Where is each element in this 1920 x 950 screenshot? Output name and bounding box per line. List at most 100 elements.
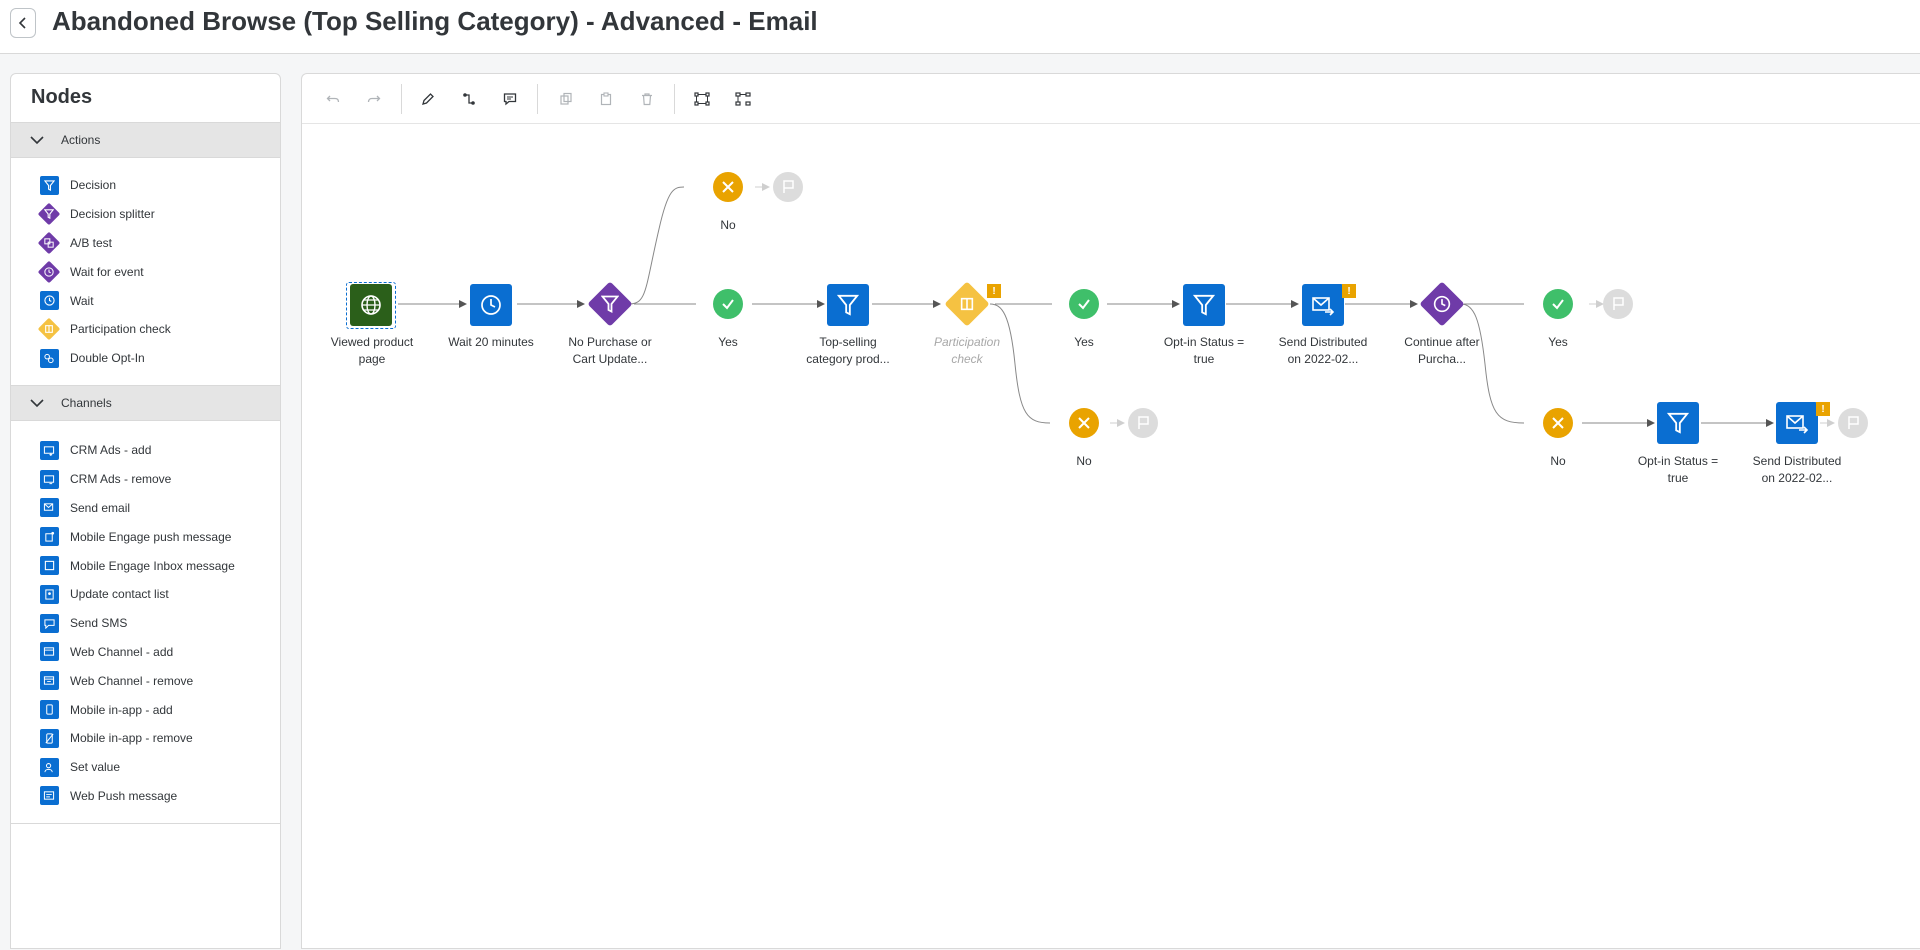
node-item-ab-test[interactable]: A/B test: [11, 229, 280, 258]
node-item-web-push-message[interactable]: Web Push message: [11, 782, 280, 811]
node-item-label: Decision splitter: [70, 207, 155, 222]
email-icon: [39, 498, 59, 518]
node-item-set-value[interactable]: Set value: [11, 753, 280, 782]
channels-section-header[interactable]: Channels: [11, 385, 280, 421]
actions-section-label: Actions: [61, 133, 101, 147]
node-item-label: Wait for event: [70, 264, 144, 279]
flow-node-top-selling-decision[interactable]: [827, 284, 869, 326]
panel-divider: [11, 823, 280, 824]
flow-node-send-email[interactable]: [1776, 402, 1818, 444]
node-item-label: Web Push message: [70, 788, 178, 803]
close-icon: [722, 181, 734, 193]
chevron-left-icon: [18, 17, 26, 29]
flow-node-label: Send Distributed on 2022-02...: [1752, 454, 1842, 485]
filter-icon: [39, 175, 59, 195]
flow-node-yes-branch[interactable]: [1543, 289, 1573, 319]
flow-node-viewed-product-page[interactable]: [350, 284, 392, 326]
globe-icon: [361, 295, 381, 315]
node-item-crm-ads-remove[interactable]: CRM Ads - remove: [11, 465, 280, 494]
flow-node-label: No: [720, 218, 736, 232]
clock-icon: [481, 295, 501, 315]
node-item-label: Web Channel - remove: [70, 673, 194, 688]
flow-node-label: No Purchase or Cart Update...: [568, 335, 652, 366]
flow-node-end[interactable]: [1128, 408, 1158, 438]
node-item-label: CRM Ads - add: [70, 443, 152, 458]
node-item-update-contact-list[interactable]: Update contact list: [11, 580, 280, 609]
channels-list: CRM Ads - add CRM Ads - remove Send emai…: [11, 436, 280, 810]
filter-icon: [1193, 294, 1215, 316]
node-item-label: Mobile in-app - remove: [70, 731, 193, 746]
node-item-label: Web Channel - add: [70, 644, 174, 659]
email-send-icon: [1312, 297, 1335, 316]
nodes-panel: Nodes Actions Decision Decision splitter…: [10, 73, 281, 949]
flow-node-label: Opt-in Status = true: [1637, 454, 1719, 485]
node-item-wait[interactable]: Wait: [11, 286, 280, 315]
chevron-down-icon: [27, 393, 47, 413]
flow-node-end[interactable]: [1603, 289, 1633, 319]
back-button[interactable]: [10, 8, 36, 38]
filter-icon: [601, 295, 619, 313]
node-item-mobile-in-app-add[interactable]: Mobile in-app - add: [11, 695, 280, 724]
flow-node-wait-20-minutes[interactable]: [470, 284, 512, 326]
actions-section-header[interactable]: Actions: [11, 122, 280, 158]
flag-icon: [1848, 416, 1859, 429]
mobile-icon: [39, 700, 59, 720]
channels-section-label: Channels: [61, 396, 112, 410]
clock-icon: [39, 291, 59, 311]
node-item-mobile-engage-inbox[interactable]: Mobile Engage Inbox message: [11, 551, 280, 580]
flow-node-no-branch[interactable]: [1069, 408, 1099, 438]
node-item-web-channel-add[interactable]: Web Channel - add: [11, 638, 280, 667]
flow-node-label: Continue after Purcha...: [1404, 335, 1480, 366]
flow-node-label: Viewed product page: [330, 335, 414, 366]
node-item-decision-splitter[interactable]: Decision splitter: [11, 200, 280, 229]
node-item-label: Double Opt-In: [70, 351, 145, 366]
mobile-remove-icon: [39, 728, 59, 748]
journey-canvas[interactable]: Viewed product page Wait 20 minutes No Pu…: [301, 73, 1920, 949]
node-item-label: Wait: [70, 293, 94, 308]
flow-node-label: Wait 20 minutes: [448, 335, 534, 349]
node-item-send-sms[interactable]: Send SMS: [11, 609, 280, 638]
double-opt-in-icon: [39, 348, 59, 368]
check-icon: [1078, 299, 1090, 310]
node-item-mobile-in-app-remove[interactable]: Mobile in-app - remove: [11, 724, 280, 753]
ads-add-icon: [39, 440, 59, 460]
flow-node-no-branch[interactable]: [713, 172, 743, 202]
node-item-wait-for-event[interactable]: Wait for event: [11, 257, 280, 286]
flow-node-end[interactable]: [1838, 408, 1868, 438]
node-item-mobile-engage-push[interactable]: Mobile Engage push message: [11, 522, 280, 551]
web-add-icon: [39, 642, 59, 662]
node-item-crm-ads-add[interactable]: CRM Ads - add: [11, 436, 280, 465]
web-push-icon: [39, 786, 59, 806]
node-item-web-channel-remove[interactable]: Web Channel - remove: [11, 666, 280, 695]
filter-icon: [1667, 412, 1689, 434]
flow-node-send-email[interactable]: [1302, 284, 1344, 326]
set-value-icon: [39, 757, 59, 777]
flow-node-yes-branch[interactable]: [713, 289, 743, 319]
flow-node-opt-in-status[interactable]: [1183, 284, 1225, 326]
flag-icon: [783, 180, 794, 193]
flow-node-yes-branch[interactable]: [1069, 289, 1099, 319]
participation-icon: [37, 318, 61, 341]
node-item-label: Decision: [70, 178, 117, 193]
flow-node-label: Yes: [1074, 335, 1094, 349]
clock-icon: [1433, 295, 1451, 313]
actions-list: Decision Decision splitter A/B test Wait…: [11, 171, 280, 373]
flow-node-opt-in-status[interactable]: [1657, 402, 1699, 444]
email-send-icon: [1786, 415, 1809, 434]
node-item-decision[interactable]: Decision: [11, 171, 280, 200]
warning-badge: !: [1342, 284, 1356, 298]
node-item-participation-check[interactable]: Participation check: [11, 315, 280, 344]
sms-icon: [39, 613, 59, 633]
node-item-label: Mobile in-app - add: [70, 702, 173, 717]
node-item-label: A/B test: [70, 235, 113, 250]
flow-node-label: No: [1550, 454, 1566, 468]
node-item-send-email[interactable]: Send email: [11, 494, 280, 523]
flow-node-end[interactable]: [773, 172, 803, 202]
flow-connectors: [398, 183, 1835, 427]
flow-node-no-branch[interactable]: [1543, 408, 1573, 438]
node-item-double-opt-in[interactable]: Double Opt-In: [11, 344, 280, 373]
flag-icon: [1138, 416, 1149, 429]
push-icon: [39, 527, 59, 547]
node-item-label: CRM Ads - remove: [70, 472, 172, 487]
check-icon: [1552, 299, 1564, 310]
